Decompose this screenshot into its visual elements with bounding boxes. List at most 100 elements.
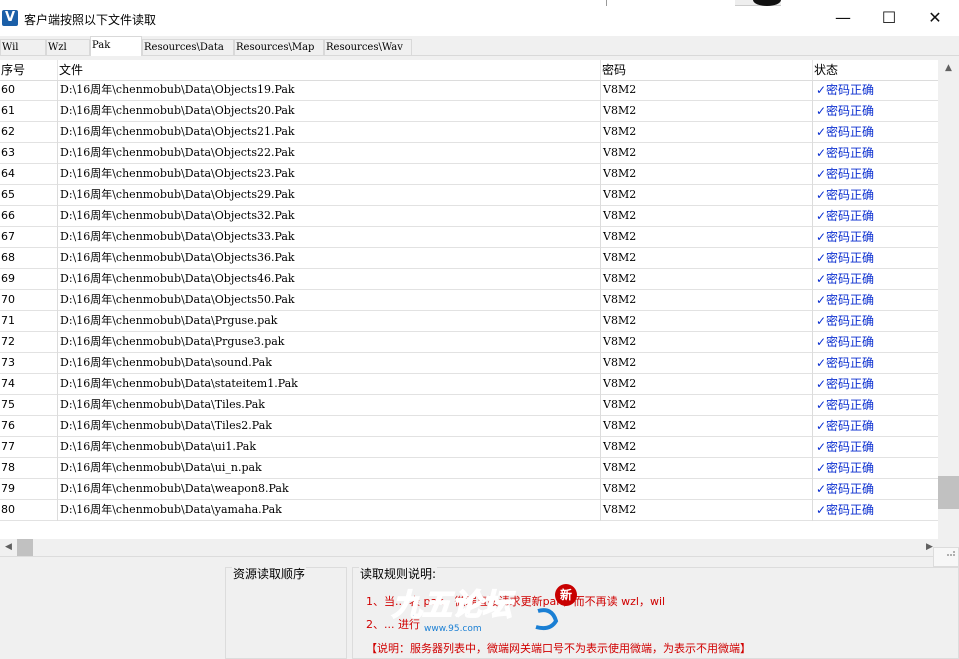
horizontal-scrollbar[interactable]: ◀ ▶ <box>0 539 938 556</box>
table-row[interactable]: 75 D:\16周年\chenmobub\Data\Tiles.Pak V8M2 ✓密… <box>0 395 938 416</box>
table-row[interactable]: 80 D:\16周年\chenmobub\Data\yamaha.Pak V8M2 ✓… <box>0 500 938 521</box>
vertical-scroll-thumb[interactable] <box>938 476 959 509</box>
table-row[interactable]: 78 D:\16周年\chenmobub\Data\ui_n.pak V8M2 ✓密码… <box>0 458 938 479</box>
row-password: V8M2 <box>603 251 637 264</box>
column-grid-line <box>812 143 813 164</box>
tab-wil[interactable]: Wil <box>0 39 46 55</box>
row-status: ✓密码正确 <box>816 314 875 328</box>
row-status: ✓密码正确 <box>816 356 875 370</box>
watermark-badge: 新 <box>555 584 577 606</box>
row-index: 67 <box>1 230 15 243</box>
minimize-button[interactable]: — <box>820 0 866 36</box>
column-grid-line <box>812 290 813 311</box>
tab-divider <box>0 55 959 56</box>
horizontal-scroll-thumb[interactable] <box>17 539 33 556</box>
column-grid-line <box>812 80 813 101</box>
table-row[interactable]: 67 D:\16周年\chenmobub\Data\Objects33.Pak V8… <box>0 227 938 248</box>
column-grid-line <box>812 122 813 143</box>
tab-bar: Wil Wzl Pak Resources\Data Resources\Map… <box>0 36 959 56</box>
maximize-button[interactable]: ☐ <box>866 0 912 36</box>
table-row[interactable]: 73 D:\16周年\chenmobub\Data\sound.Pak V8M2 ✓密… <box>0 353 938 374</box>
column-grid-line <box>812 395 813 416</box>
background-window-edge <box>606 0 607 6</box>
column-grid-line <box>57 479 58 500</box>
row-password: V8M2 <box>603 335 637 348</box>
column-grid-line <box>57 416 58 437</box>
row-file-path: D:\16周年\chenmobub\Data\Objects50.Pak <box>60 293 295 306</box>
close-button[interactable]: ✕ <box>912 0 958 36</box>
table-row[interactable]: 68 D:\16周年\chenmobub\Data\Objects36.Pak V8… <box>0 248 938 269</box>
row-index: 73 <box>1 356 15 369</box>
row-index: 64 <box>1 167 15 180</box>
table-row[interactable]: 74 D:\16周年\chenmobub\Data\stateitem1.Pak V… <box>0 374 938 395</box>
table-row[interactable]: 79 D:\16周年\chenmobub\Data\weapon8.Pak V8M2… <box>0 479 938 500</box>
row-status: ✓密码正确 <box>816 83 875 97</box>
column-grid-line <box>57 122 58 143</box>
column-header-status[interactable]: 状态 <box>813 60 938 80</box>
table-row[interactable]: 62 D:\16周年\chenmobub\Data\Objects21.Pak V8… <box>0 122 938 143</box>
row-index: 70 <box>1 293 15 306</box>
column-header-index[interactable]: 序号 <box>0 60 57 80</box>
tab-resources-data[interactable]: Resources\Data <box>142 39 234 55</box>
row-password: V8M2 <box>603 461 637 474</box>
row-password: V8M2 <box>603 230 637 243</box>
column-grid-line <box>600 458 601 479</box>
table-row[interactable]: 76 D:\16周年\chenmobub\Data\Tiles2.Pak V8M2 ✓… <box>0 416 938 437</box>
row-status: ✓密码正确 <box>816 251 875 265</box>
table-row[interactable]: 64 D:\16周年\chenmobub\Data\Objects23.Pak V8… <box>0 164 938 185</box>
column-grid-line <box>57 248 58 269</box>
vertical-scrollbar[interactable]: ▲ <box>938 60 959 539</box>
table-row[interactable]: 60 D:\16周年\chenmobub\Data\Objects19.Pak V8… <box>0 80 938 101</box>
table-row[interactable]: 71 D:\16周年\chenmobub\Data\Prguse.pak V8M2 ✓… <box>0 311 938 332</box>
file-list[interactable]: 序号 文件 密码 状态 60 D:\16周年\chenmobub\Data\Obj… <box>0 60 938 539</box>
tab-resources-wav[interactable]: Resources\Wav <box>324 39 412 55</box>
column-header-password[interactable]: 密码 <box>601 60 812 80</box>
row-file-path: D:\16周年\chenmobub\Data\Tiles2.Pak <box>60 419 272 432</box>
table-row[interactable]: 70 D:\16周年\chenmobub\Data\Objects50.Pak V8… <box>0 290 938 311</box>
table-row[interactable]: 61 D:\16周年\chenmobub\Data\Objects20.Pak V8… <box>0 101 938 122</box>
column-grid-line <box>812 164 813 185</box>
window-title: 客户端按照以下文件读取 <box>24 13 157 27</box>
column-grid-line <box>600 290 601 311</box>
column-grid-line <box>812 269 813 290</box>
tab-resources-map[interactable]: Resources\Map <box>234 39 324 55</box>
row-file-path: D:\16周年\chenmobub\Data\Objects23.Pak <box>60 167 295 180</box>
table-row[interactable]: 66 D:\16周年\chenmobub\Data\Objects32.Pak V8… <box>0 206 938 227</box>
table-row[interactable]: 63 D:\16周年\chenmobub\Data\Objects22.Pak V8… <box>0 143 938 164</box>
column-grid-line <box>600 122 601 143</box>
row-index: 77 <box>1 440 15 453</box>
column-grid-line <box>600 164 601 185</box>
scroll-up-arrow-icon[interactable]: ▲ <box>938 60 959 77</box>
column-grid-line <box>57 437 58 458</box>
table-row[interactable]: 69 D:\16周年\chenmobub\Data\Objects46.Pak V8… <box>0 269 938 290</box>
table-row[interactable]: 72 D:\16周年\chenmobub\Data\Prguse3.pak V8M2… <box>0 332 938 353</box>
row-password: V8M2 <box>603 104 637 117</box>
column-grid-line <box>600 80 601 101</box>
row-file-path: D:\16周年\chenmobub\Data\Objects36.Pak <box>60 251 295 264</box>
row-password: V8M2 <box>603 356 637 369</box>
row-password: V8M2 <box>603 440 637 453</box>
read-rules-title: 读取规则说明: <box>359 565 438 582</box>
row-status: ✓密码正确 <box>816 482 875 496</box>
column-grid-line <box>600 374 601 395</box>
scroll-left-arrow-icon[interactable]: ◀ <box>0 539 17 556</box>
column-grid-line <box>600 269 601 290</box>
row-index: 61 <box>1 104 15 117</box>
table-row[interactable]: 65 D:\16周年\chenmobub\Data\Objects29.Pak V8… <box>0 185 938 206</box>
column-grid-line <box>600 227 601 248</box>
column-grid-line <box>600 185 601 206</box>
forum-watermark-logo: 九五论坛 www.95.com <box>390 587 559 634</box>
column-grid-line <box>600 416 601 437</box>
column-header-file[interactable]: 文件 <box>58 60 600 80</box>
table-row[interactable]: 77 D:\16周年\chenmobub\Data\ui1.Pak V8M2 ✓密码正… <box>0 437 938 458</box>
row-index: 68 <box>1 251 15 264</box>
column-grid-line <box>57 374 58 395</box>
column-grid-line <box>812 416 813 437</box>
row-password: V8M2 <box>603 377 637 390</box>
row-file-path: D:\16周年\chenmobub\Data\Objects32.Pak <box>60 209 295 222</box>
resize-grip-icon[interactable] <box>933 547 959 567</box>
row-password: V8M2 <box>603 125 637 138</box>
tab-wzl[interactable]: Wzl <box>46 39 90 55</box>
tab-pak[interactable]: Pak <box>90 36 142 56</box>
row-index: 76 <box>1 419 15 432</box>
